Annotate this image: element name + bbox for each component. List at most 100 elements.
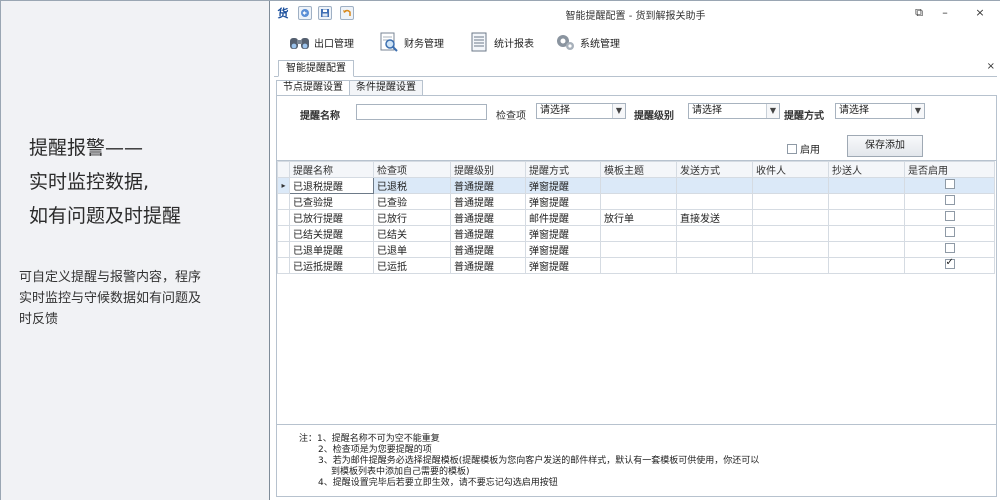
cell-level[interactable]: 普通提醒	[450, 225, 526, 242]
cell-level[interactable]: 普通提醒	[450, 257, 526, 274]
cell-cc[interactable]	[828, 225, 905, 242]
cell-name[interactable]: 已查验提	[289, 193, 374, 210]
binoculars-icon	[288, 31, 310, 53]
cell-level[interactable]: 普通提醒	[450, 193, 526, 210]
tab-condition-reminder-settings[interactable]: 条件提醒设置	[349, 80, 423, 96]
cell-check[interactable]: 已放行	[373, 209, 451, 226]
table-row[interactable]: 已结关提醒 已结关 普通提醒 弹窗提醒	[277, 225, 995, 242]
cell-template[interactable]	[600, 241, 677, 258]
cell-template[interactable]	[600, 257, 677, 274]
table-row[interactable]: 已放行提醒 已放行 普通提醒 邮件提醒 放行单 直接发送	[277, 209, 995, 226]
enabled-checkbox[interactable]	[944, 211, 955, 221]
cell-check[interactable]: 已查验	[373, 193, 451, 210]
promo-headline-line: 提醒报警——	[29, 137, 144, 159]
cell-check[interactable]: 已结关	[373, 225, 451, 242]
cell-enabled[interactable]	[904, 257, 995, 274]
cell-method[interactable]: 弹窗提醒	[525, 241, 601, 258]
reminder-level-select[interactable]: 请选择 ▼	[688, 103, 780, 119]
minimize-button[interactable]: –	[938, 6, 952, 20]
cell-enabled[interactable]	[904, 225, 995, 242]
tab-node-reminder-settings[interactable]: 节点提醒设置	[276, 80, 350, 96]
table-row[interactable]: 已查验提 已查验 普通提醒 弹窗提醒	[277, 193, 995, 210]
cell-cc[interactable]	[828, 241, 905, 258]
save-add-button[interactable]: 保存添加	[847, 135, 923, 157]
cell-enabled[interactable]	[904, 177, 995, 194]
document-tab-strip: 智能提醒配置 ×	[274, 59, 997, 77]
cell-send[interactable]	[676, 193, 753, 210]
enabled-checkbox[interactable]	[944, 243, 955, 253]
cell-cc[interactable]	[828, 257, 905, 274]
cell-to[interactable]	[752, 241, 829, 258]
column-header[interactable]: 提醒方式	[525, 161, 601, 178]
cell-check[interactable]: 已退税	[373, 177, 451, 194]
column-header[interactable]: 收件人	[752, 161, 829, 178]
cell-send[interactable]	[676, 177, 753, 194]
cell-to[interactable]	[752, 225, 829, 242]
cell-template[interactable]	[600, 177, 677, 194]
pin-window-button[interactable]: ⧉	[912, 6, 926, 20]
cell-name[interactable]: 已退单提醒	[289, 241, 374, 258]
cell-template[interactable]	[600, 193, 677, 210]
cell-level[interactable]: 普通提醒	[450, 241, 526, 258]
table-row[interactable]: ▸ 已退税提醒 已退税 普通提醒 弹窗提醒	[277, 177, 995, 194]
table-row[interactable]: 已运抵提醒 已运抵 普通提醒 弹窗提醒	[277, 257, 995, 274]
enabled-checkbox[interactable]	[944, 227, 955, 237]
tab-smart-reminder-config[interactable]: 智能提醒配置	[278, 60, 354, 77]
menu-system-management[interactable]: 系统管理	[554, 29, 620, 55]
table-row[interactable]: 已退单提醒 已退单 普通提醒 弹窗提醒	[277, 241, 995, 258]
column-header[interactable]: 抄送人	[828, 161, 905, 178]
window-title: 智能提醒配置 - 货到解报关助手	[565, 11, 706, 22]
cell-method[interactable]: 弹窗提醒	[525, 177, 601, 194]
cell-name[interactable]: 已退税提醒	[289, 177, 374, 194]
cell-name[interactable]: 已运抵提醒	[289, 257, 374, 274]
cell-template[interactable]: 放行单	[600, 209, 677, 226]
row-indicator	[277, 257, 290, 274]
enabled-checkbox[interactable]	[944, 259, 955, 269]
menu-statistics-report[interactable]: 统计报表	[468, 29, 534, 55]
cell-check[interactable]: 已退单	[373, 241, 451, 258]
cell-cc[interactable]	[828, 209, 905, 226]
column-header[interactable]: 提醒名称	[289, 161, 374, 178]
reminder-level-value: 请选择	[692, 105, 722, 116]
cell-method[interactable]: 弹窗提醒	[525, 225, 601, 242]
enabled-checkbox[interactable]	[944, 179, 955, 189]
cell-enabled[interactable]	[904, 209, 995, 226]
menu-export-management[interactable]: 出口管理	[288, 29, 354, 55]
enabled-checkbox[interactable]	[944, 195, 955, 205]
column-header[interactable]: 模板主题	[600, 161, 677, 178]
column-header[interactable]: 发送方式	[676, 161, 753, 178]
cell-to[interactable]	[752, 177, 829, 194]
reminder-method-select[interactable]: 请选择 ▼	[835, 103, 925, 119]
cell-enabled[interactable]	[904, 193, 995, 210]
cell-method[interactable]: 邮件提醒	[525, 209, 601, 226]
chevron-down-icon: ▼	[612, 104, 625, 118]
cell-level[interactable]: 普通提醒	[450, 177, 526, 194]
column-header[interactable]: 检查项	[373, 161, 451, 178]
cell-method[interactable]: 弹窗提醒	[525, 193, 601, 210]
cell-method[interactable]: 弹窗提醒	[525, 257, 601, 274]
close-window-button[interactable]: ×	[973, 6, 987, 20]
checkbox-box[interactable]	[787, 143, 797, 154]
cell-send[interactable]	[676, 225, 753, 242]
cell-level[interactable]: 普通提醒	[450, 209, 526, 226]
cell-send[interactable]	[676, 257, 753, 274]
cell-template[interactable]	[600, 225, 677, 242]
cell-to[interactable]	[752, 193, 829, 210]
cell-send[interactable]: 直接发送	[676, 209, 753, 226]
menu-finance-management[interactable]: 财务管理	[378, 29, 444, 55]
cell-enabled[interactable]	[904, 241, 995, 258]
cell-to[interactable]	[752, 209, 829, 226]
cell-cc[interactable]	[828, 177, 905, 194]
column-header[interactable]: 提醒级别	[450, 161, 526, 178]
cell-send[interactable]	[676, 241, 753, 258]
cell-name[interactable]: 已结关提醒	[289, 225, 374, 242]
check-item-select[interactable]: 请选择 ▼	[536, 103, 626, 119]
column-header[interactable]: 是否启用	[904, 161, 995, 178]
cell-to[interactable]	[752, 257, 829, 274]
cell-name[interactable]: 已放行提醒	[289, 209, 374, 226]
cell-check[interactable]: 已运抵	[373, 257, 451, 274]
cell-cc[interactable]	[828, 193, 905, 210]
reminder-name-input[interactable]	[356, 104, 487, 120]
enable-checkbox[interactable]: 启用	[787, 141, 820, 156]
close-tab-button[interactable]: ×	[987, 61, 995, 72]
